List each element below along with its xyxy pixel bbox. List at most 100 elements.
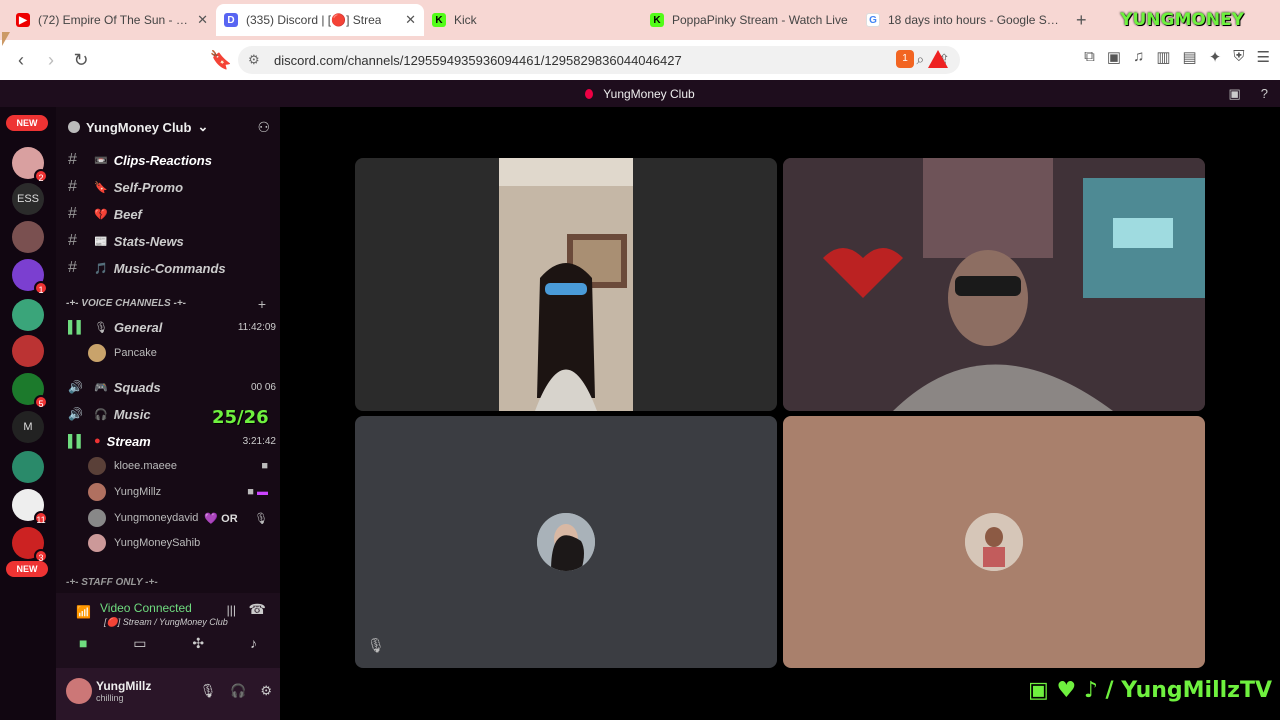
avatar — [88, 483, 106, 501]
channel-name: Stream — [106, 433, 151, 449]
server-icon[interactable] — [12, 299, 44, 331]
avatar — [965, 513, 1023, 571]
staff-category-header[interactable]: -+- STAFF ONLY -+- — [66, 577, 158, 588]
channel-beef[interactable]: # 💔 Beef — [68, 203, 276, 225]
user-name: YungMoneySahib — [114, 537, 201, 549]
tab-google[interactable]: G 18 days into hours - Google Searc — [858, 4, 1068, 36]
close-icon[interactable]: ✕ — [405, 12, 416, 28]
user-name[interactable]: YungMillz — [96, 679, 151, 693]
voice-status[interactable]: Video Connected — [100, 601, 192, 615]
server-icon[interactable]: 2 — [12, 147, 48, 183]
forward-icon[interactable]: › — [36, 50, 66, 71]
server-icon[interactable]: 3 — [12, 527, 48, 563]
stream-user[interactable]: kloee.maeee ■ — [88, 456, 268, 476]
hash-icon: # — [68, 205, 77, 222]
channel-name: Music-Commands — [113, 260, 226, 276]
channel-music-commands[interactable]: # 🎵 Music-Commands — [68, 257, 276, 279]
voice-user[interactable]: Pancake — [88, 343, 268, 363]
google-icon: G — [866, 13, 880, 27]
browser-extensions: ⧉ ▣ ♫ ▥ ▤ ✦ ⛨ ☰ — [1084, 48, 1270, 66]
server-icon[interactable] — [12, 335, 44, 367]
signal-icon[interactable]: 📶 — [76, 605, 91, 619]
tab-kick[interactable]: K Kick — [424, 4, 642, 36]
add-member-icon[interactable]: ⚇ — [257, 119, 270, 136]
server-icon[interactable]: 11 — [12, 489, 48, 525]
server-header[interactable]: YungMoney Club ⌄ — [68, 119, 208, 135]
brave-shields-icon[interactable]: 1 — [896, 50, 914, 68]
add-channel-icon[interactable]: + — [258, 296, 266, 312]
help-icon[interactable]: ? — [1261, 86, 1268, 102]
muted-mic-icon: 🎙 — [367, 637, 385, 653]
sidebar-icon[interactable]: ▥ — [1156, 48, 1170, 66]
address-bar[interactable]: ⚙ discord.com/channels/12955949359360944… — [238, 46, 960, 74]
close-icon[interactable]: ✕ — [197, 12, 208, 28]
video-tile-yungmillz[interactable] — [783, 158, 1205, 411]
hash-icon: # — [68, 178, 77, 195]
voice-channel-squads[interactable]: 🔊 🎮 Squads 00 06 — [68, 376, 276, 398]
channel-emoji: 🔖 — [94, 181, 108, 194]
media-icon[interactable]: ♫ — [1133, 48, 1144, 66]
noise-suppression-icon[interactable]: ||| — [227, 603, 236, 617]
voice-location: [🔴] Stream / YungMoney Club — [104, 617, 228, 627]
tab-search-icon[interactable]: ▣ — [1107, 48, 1121, 66]
voice-connection-panel: 📶 Video Connected [🔴] Stream / YungMoney… — [56, 593, 280, 668]
kick-icon: K — [432, 13, 446, 27]
channel-name: General — [113, 319, 163, 335]
camera-icon[interactable]: ■ — [79, 635, 87, 652]
channel-stats-news[interactable]: # 📰 Stats-News — [68, 230, 276, 252]
tab-youtube[interactable]: ▶ (72) Empire Of The Sun - Wal ✕ — [8, 4, 216, 36]
voice-channel-general[interactable]: ▌▌ 🎙 General 11:42:09 — [68, 316, 276, 338]
user-name: kloee.maeee — [114, 460, 177, 472]
channel-clips-reactions[interactable]: # 📼 Clips-Reactions — [68, 149, 276, 171]
speaker-icon: 🔊 — [68, 380, 83, 394]
activities-icon[interactable]: ✣ — [192, 635, 204, 652]
reload-icon[interactable]: ↻ — [66, 50, 96, 71]
server-icon[interactable]: 5 — [12, 373, 48, 409]
channel-self-promo[interactable]: # 🔖 Self-Promo — [68, 176, 276, 198]
leo-icon[interactable]: ✦ — [1209, 48, 1222, 66]
screen-share-icon[interactable]: ▭ — [133, 635, 146, 652]
extensions-icon[interactable]: ⧉ — [1084, 48, 1095, 66]
stream-user[interactable]: Yungmoneydavid 💜 OR 🎙 — [88, 508, 268, 528]
gear-icon[interactable]: ⚙ — [260, 683, 272, 699]
disconnect-icon[interactable]: ☎ — [249, 601, 266, 618]
server-ess[interactable]: ESS — [12, 183, 44, 215]
headphones-icon[interactable]: 🎧 — [230, 683, 246, 699]
video-feed — [783, 158, 1205, 411]
inbox-icon[interactable]: ▣ — [1228, 86, 1240, 102]
avatar[interactable] — [66, 678, 92, 704]
video-tile-kloee[interactable] — [355, 158, 777, 411]
voice-category-header[interactable]: -+- VOICE CHANNELS -+- — [66, 298, 186, 309]
brave-rewards-icon[interactable] — [928, 50, 948, 68]
channel-emoji: 🎵 — [94, 262, 108, 275]
server-icon[interactable] — [12, 451, 44, 483]
stream-user[interactable]: YungMoneySahib — [88, 533, 268, 553]
voice-channel-stream[interactable]: ▌▌ ● Stream 3:21:42 — [68, 430, 276, 452]
server-icon[interactable] — [12, 221, 44, 253]
back-icon[interactable]: ‹ — [6, 50, 36, 71]
menu-icon[interactable]: ☰ — [1257, 48, 1270, 66]
zoom-icon[interactable]: ⌕ — [916, 51, 924, 68]
avatar — [537, 513, 595, 571]
tab-discord[interactable]: D (335) Discord | [🔴] Strea ✕ — [216, 4, 424, 36]
server-icon[interactable]: 1 — [12, 259, 48, 295]
channel-name: Squads — [113, 379, 161, 395]
new-tab-button[interactable]: + — [1076, 10, 1087, 31]
video-tile-yungmoneysahib[interactable] — [783, 416, 1205, 668]
stream-user[interactable]: YungMillz ■ ▬ — [88, 482, 268, 502]
video-tile-yungmoneydavid[interactable]: 🎙 — [355, 416, 777, 668]
kick-icon: K — [650, 13, 664, 27]
wallet-icon[interactable]: ▤ — [1183, 48, 1197, 66]
hash-icon: # — [68, 151, 77, 168]
social-handle: / YungMillzTV — [1105, 678, 1272, 703]
site-settings-icon[interactable]: ⚙ — [248, 52, 260, 68]
microphone-icon[interactable]: 🎙 — [200, 683, 217, 699]
soundboard-icon[interactable]: ♪ — [250, 635, 257, 652]
vpn-icon[interactable]: ⛨ — [1233, 48, 1244, 66]
camera-icon: ■ ▬ — [247, 486, 268, 498]
bookmark-icon[interactable]: 🔖 — [206, 50, 236, 71]
tab-title: (72) Empire Of The Sun - Wal — [38, 13, 190, 27]
tab-poppapinky[interactable]: K PoppaPinky Stream - Watch Live — [642, 4, 858, 36]
muted-mic-icon: 🎙 — [254, 512, 268, 525]
server-icon[interactable]: M — [12, 411, 44, 443]
